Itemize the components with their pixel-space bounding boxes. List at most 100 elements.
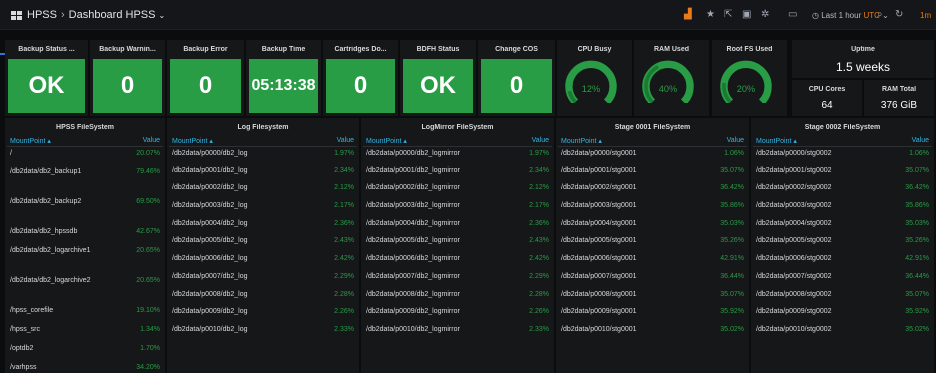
- table-row: /db2data/db2_logarchive2 20.65%: [7, 274, 163, 304]
- stat-panel: Backup Time 05:13:38: [246, 40, 321, 116]
- stat-value: 0: [326, 59, 395, 113]
- panel-title: Stage 0002 FileSystem: [804, 124, 881, 131]
- mountpoint-cell: /db2data/p0007/stg0001: [561, 272, 637, 280]
- table-row: /db2data/p0001/db2_logmirror 2.34%: [363, 164, 552, 182]
- table-row: /db2data/p0009/db2_logmirror 2.26%: [363, 305, 552, 323]
- mountpoint-cell: /hpss_corefile: [10, 307, 54, 314]
- value-cell: 20.07%: [136, 149, 160, 157]
- table-row: /db2data/db2_backup2 69.50%: [7, 195, 163, 225]
- value-cell: 1.70%: [140, 345, 160, 352]
- value-cell: 35.03%: [720, 219, 744, 227]
- mountpoint-cell: /db2data/p0005/stg0001: [561, 237, 637, 245]
- value-cell: 2.42%: [529, 255, 549, 263]
- dashboard-title[interactable]: Dashboard HPSS: [69, 9, 156, 21]
- panel-title: LogMirror FileSystem: [421, 124, 494, 131]
- stat-value: 0: [170, 59, 241, 113]
- mountpoint-cell: /db2data/p0001/stg0002: [756, 166, 832, 174]
- table-row: /db2data/p0006/stg0001 42.91%: [558, 252, 747, 270]
- gauge-value: 40%: [659, 84, 677, 94]
- mountpoint-cell: /db2data/p0008/stg0002: [756, 290, 832, 298]
- value-cell: 35.07%: [905, 166, 929, 174]
- table-row: /db2data/p0003/stg0002 35.86%: [753, 199, 932, 217]
- tv-mode-icon[interactable]: ▭: [788, 10, 797, 20]
- zoom-out-icon[interactable]: ⌕: [877, 10, 883, 20]
- star-icon[interactable]: ★: [706, 10, 715, 20]
- value-header[interactable]: Value: [896, 136, 932, 147]
- mountpoint-header[interactable]: MountPoint ▴: [753, 136, 896, 147]
- value-cell: 2.17%: [334, 202, 354, 210]
- value-cell: 2.34%: [334, 166, 354, 174]
- table-row: /db2data/p0001/stg0001 35.07%: [558, 164, 747, 182]
- stat-value: 0: [93, 59, 162, 113]
- value-cell: 36.44%: [720, 272, 744, 280]
- add-panel-icon[interactable]: ▟: [684, 10, 692, 20]
- mountpoint-cell: /db2data/p0000/stg0001: [561, 149, 637, 157]
- table-row: /db2data/p0008/stg0002 35.07%: [753, 288, 932, 306]
- mountpoint-cell: /db2data/p0006/db2_log: [172, 255, 248, 263]
- chevron-down-icon[interactable]: ⌄: [159, 11, 166, 20]
- panel-title: Cartridges Do...: [334, 46, 387, 53]
- folder-name[interactable]: HPSS: [27, 9, 57, 21]
- gauge-value: 20%: [737, 84, 755, 94]
- value-header[interactable]: Value: [704, 136, 747, 147]
- refresh-interval[interactable]: 1m: [920, 11, 931, 20]
- table-row: /db2data/p0002/stg0001 36.42%: [558, 181, 747, 199]
- mountpoint-cell: /db2data/p0001/db2_logmirror: [366, 166, 460, 174]
- value-cell: 42.91%: [905, 255, 929, 263]
- table-row: /db2data/p0008/db2_logmirror 2.28%: [363, 288, 552, 306]
- stat-panel: Cartridges Do... 0: [323, 40, 398, 116]
- value-cell: 42.91%: [720, 255, 744, 263]
- value-header[interactable]: Value: [317, 136, 357, 147]
- value-cell: 2.33%: [334, 325, 354, 333]
- mountpoint-header[interactable]: MountPoint ▴: [363, 136, 513, 147]
- table-row: /db2data/p0003/stg0001 35.86%: [558, 199, 747, 217]
- mountpoint-cell: /db2data/p0009/stg0002: [756, 308, 832, 316]
- value-cell: 36.42%: [720, 184, 744, 192]
- gauge-panel: Root FS Used 20%: [712, 40, 787, 116]
- table-row: /db2data/p0007/db2_log 2.29%: [169, 270, 357, 288]
- mountpoint-header[interactable]: MountPoint ▴: [7, 136, 129, 147]
- value-cell: 20.65%: [136, 277, 160, 284]
- stat-panel: Backup Status ... OK: [5, 40, 88, 116]
- value-cell: 35.07%: [720, 290, 744, 298]
- stat-panel: Change COS 0: [478, 40, 555, 116]
- mountpoint-cell: /db2data/p0005/stg0002: [756, 237, 832, 245]
- table-row: /db2data/p0007/db2_logmirror 2.29%: [363, 270, 552, 288]
- mountpoint-cell: /db2data/p0010/stg0001: [561, 325, 637, 333]
- value-header[interactable]: Value: [129, 136, 163, 147]
- table-row: /db2data/p0010/db2_log 2.33%: [169, 323, 357, 341]
- mountpoint-cell: /db2data/p0000/stg0002: [756, 149, 832, 157]
- value-header[interactable]: Value: [513, 136, 552, 147]
- stat-value: OK: [403, 59, 473, 113]
- filesystem-table: MountPoint ▴ Value / 20.07% /db2data/db2…: [7, 136, 163, 373]
- mountpoint-header[interactable]: MountPoint ▴: [169, 136, 317, 147]
- value-cell: 2.43%: [334, 237, 354, 245]
- mountpoint-header[interactable]: MountPoint ▴: [558, 136, 704, 147]
- dashboard-grid-icon[interactable]: [11, 11, 22, 20]
- mountpoint-cell: /db2data/p0006/stg0001: [561, 255, 637, 263]
- mountpoint-cell: /db2data/p0003/db2_log: [172, 202, 248, 210]
- table-row: /db2data/p0004/stg0001 35.03%: [558, 217, 747, 235]
- gear-icon[interactable]: ✲: [761, 10, 769, 20]
- mountpoint-cell: /db2data/p0004/db2_log: [172, 219, 248, 227]
- table-row: /db2data/p0007/stg0001 36.44%: [558, 270, 747, 288]
- panel-title: Backup Time: [261, 46, 306, 53]
- table-row: /hpss_corefile 19.10%: [7, 304, 163, 323]
- save-icon[interactable]: ▣: [742, 10, 751, 20]
- mountpoint-cell: /db2data/p0002/stg0002: [756, 184, 832, 192]
- value-cell: 1.06%: [909, 149, 929, 157]
- clock-icon: ◷: [812, 11, 819, 20]
- ram-total-panel: RAM Total 376 GiB: [864, 80, 934, 116]
- value-cell: 2.26%: [334, 308, 354, 316]
- value-cell: 35.26%: [905, 237, 929, 245]
- share-icon[interactable]: ⇱: [724, 10, 732, 20]
- table-row: /db2data/p0002/stg0002 36.42%: [753, 181, 932, 199]
- mountpoint-cell: /db2data/p0002/stg0001: [561, 184, 637, 192]
- refresh-icon[interactable]: ↻: [895, 10, 903, 20]
- value-cell: 36.44%: [905, 272, 929, 280]
- table-row: /optdb2 1.70%: [7, 342, 163, 361]
- breadcrumb[interactable]: HPSS › Dashboard HPSS ⌄: [27, 9, 165, 21]
- mountpoint-cell: /db2data/p0000/db2_logmirror: [366, 149, 460, 157]
- table-row: /db2data/p0009/stg0002 35.92%: [753, 305, 932, 323]
- table-row: /varhpss 34.20%: [7, 361, 163, 373]
